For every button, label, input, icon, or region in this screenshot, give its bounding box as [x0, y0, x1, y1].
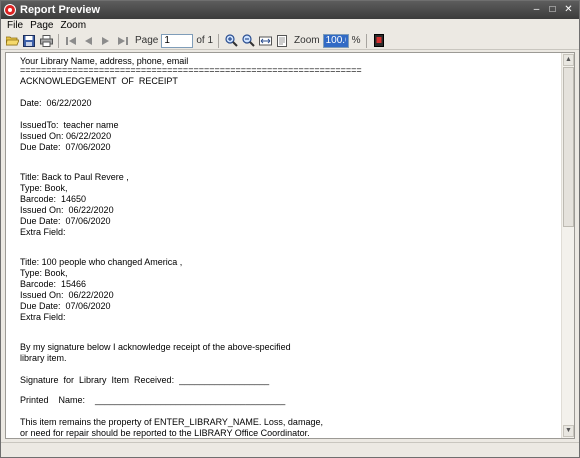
toolbar-separator — [58, 33, 59, 48]
window-title: Report Preview — [20, 4, 101, 16]
issued-to: IssuedTo: teacher name — [20, 120, 119, 130]
toolbar-separator — [365, 33, 367, 48]
scroll-down-icon[interactable]: ▼ — [563, 425, 574, 437]
close-button[interactable]: ✕ — [562, 4, 575, 16]
item1-due-date: Due Date: 07/06/2020 — [20, 216, 111, 226]
report-page: Your Library Name, address, phone, email… — [6, 53, 562, 438]
item1-issued-on: Issued On: 06/22/2020 — [20, 205, 114, 215]
property-notice: This item remains the property of ENTER_… — [20, 417, 323, 427]
scroll-up-icon[interactable]: ▲ — [563, 54, 574, 66]
zoom-in-icon[interactable] — [224, 34, 238, 48]
acknowledgement-text-2: library item. — [20, 353, 67, 363]
item1-extra-field: Extra Field: — [20, 227, 66, 237]
item1-barcode: Barcode: 14650 — [20, 194, 87, 204]
save-icon[interactable] — [22, 34, 36, 48]
item2-due-date: Due Date: 07/06/2020 — [20, 301, 111, 311]
fit-width-icon[interactable] — [258, 34, 272, 48]
item1-title: Title: Back to Paul Revere , — [20, 172, 129, 182]
item1-type: Type: Book, — [20, 183, 68, 193]
menu-file[interactable]: File — [7, 20, 23, 31]
item2-barcode: Barcode: 15466 — [20, 279, 87, 289]
menu-page[interactable]: Page — [30, 20, 53, 31]
open-folder-icon[interactable] — [5, 34, 19, 48]
property-notice-2: or need for repair should be reported to… — [20, 428, 310, 438]
toolbar: Page of 1 Zoom % — [1, 32, 579, 50]
header-divider: ========================================… — [20, 65, 362, 75]
minimize-button[interactable]: – — [530, 4, 543, 16]
issued-on: Issued On: 06/22/2020 — [20, 131, 112, 141]
report-date: Date: 06/22/2020 — [20, 98, 92, 108]
full-page-icon[interactable] — [275, 34, 289, 48]
toolbar-separator — [218, 33, 220, 48]
print-icon[interactable] — [39, 34, 53, 48]
report-document-area[interactable]: Your Library Name, address, phone, email… — [5, 52, 575, 439]
previous-page-icon[interactable] — [81, 34, 95, 48]
status-bar — [1, 442, 579, 457]
last-page-icon[interactable] — [115, 34, 129, 48]
item2-title: Title: 100 people who changed America , — [20, 257, 183, 267]
item2-extra-field: Extra Field: — [20, 312, 66, 322]
signature-line: Signature for Library Item Received: ___… — [20, 375, 270, 385]
item2-type: Type: Book, — [20, 268, 68, 278]
maximize-button[interactable]: □ — [546, 4, 559, 16]
zoom-input[interactable] — [322, 33, 349, 48]
page-label: Page — [135, 35, 159, 46]
acknowledgement-text: By my signature below I acknowledge rece… — [20, 342, 291, 352]
vertical-scrollbar[interactable]: ▲ ▼ — [561, 53, 574, 438]
report-preview-window: Report Preview – □ ✕ File Page Zoom Page… — [0, 0, 580, 458]
next-page-icon[interactable] — [98, 34, 112, 48]
page-number-input[interactable] — [161, 33, 194, 48]
zoom-percent-label: % — [351, 35, 361, 46]
title-bar[interactable]: Report Preview – □ ✕ — [1, 1, 579, 19]
item2-issued-on: Issued On: 06/22/2020 — [20, 290, 114, 300]
due-date: Due Date: 07/06/2020 — [20, 142, 111, 152]
report-heading: ACKNOWLEDGEMENT OF RECEIPT — [20, 76, 178, 86]
exit-icon[interactable] — [372, 34, 386, 48]
page-count-label: of 1 — [196, 35, 214, 46]
first-page-icon[interactable] — [64, 34, 78, 48]
printed-name-line: Printed Name: __________________________… — [20, 395, 286, 405]
scroll-thumb[interactable] — [563, 67, 574, 227]
menu-zoom[interactable]: Zoom — [60, 20, 86, 31]
app-icon — [4, 4, 16, 16]
zoom-out-icon[interactable] — [241, 34, 255, 48]
menu-bar: File Page Zoom — [1, 19, 579, 32]
zoom-label: Zoom — [294, 35, 320, 46]
